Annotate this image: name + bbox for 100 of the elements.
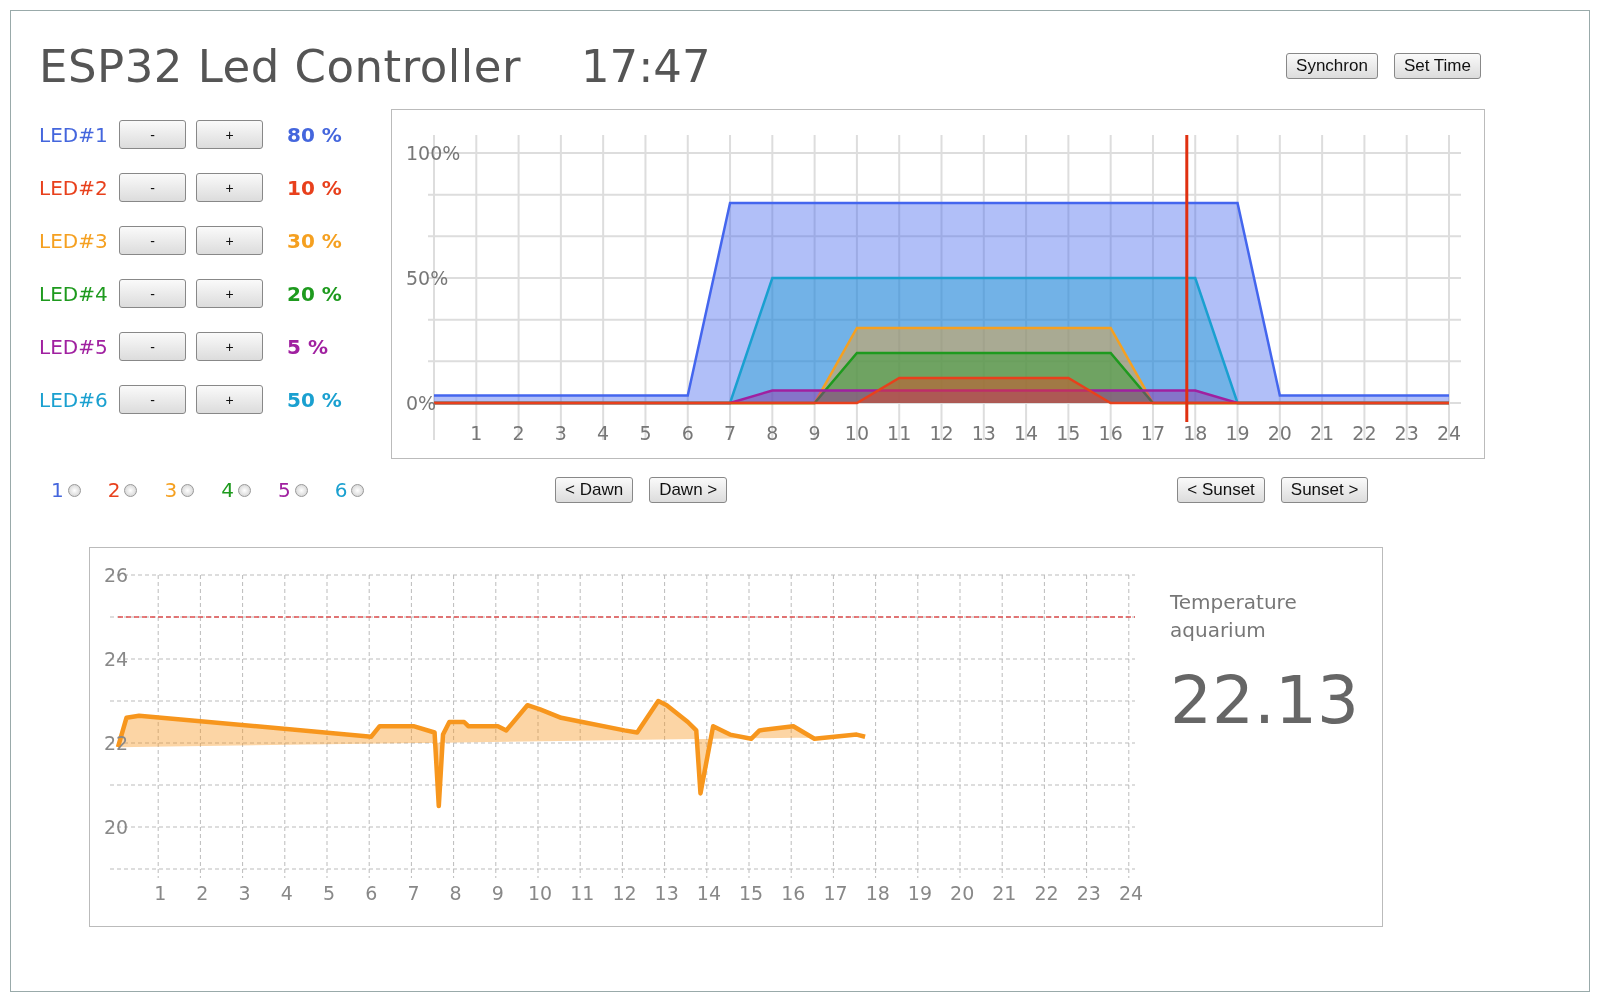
axis-label: 17 <box>1140 422 1166 444</box>
increase-button[interactable]: + <box>196 226 263 255</box>
radio-button[interactable] <box>351 483 365 497</box>
axis-label: 5 <box>639 422 652 444</box>
channel-number: 6 <box>334 478 348 502</box>
axis-label: 12 <box>929 422 954 444</box>
channel-number: 2 <box>107 478 121 502</box>
clock-time: 17:47 <box>580 39 711 93</box>
axis-label: 7 <box>407 882 420 904</box>
axis-label: 23 <box>1394 422 1419 444</box>
axis-label: 21 <box>992 882 1017 904</box>
axis-label: 4 <box>280 882 293 904</box>
axis-label: 7 <box>724 422 737 444</box>
axis-label: 16 <box>1098 422 1123 444</box>
axis-label: 24 <box>104 648 129 670</box>
axis-label: 20 <box>1267 422 1292 444</box>
axis-label: 5 <box>323 882 336 904</box>
radio-button[interactable] <box>181 483 195 497</box>
axis-label: 14 <box>1014 422 1039 444</box>
axis-label: 22 <box>1352 422 1377 444</box>
axis-label: 15 <box>739 882 764 904</box>
axis-label: 14 <box>696 882 721 904</box>
axis-label: 13 <box>654 882 679 904</box>
axis-label: 20 <box>950 882 975 904</box>
led-label: LED#4 <box>39 281 109 306</box>
decrease-button[interactable]: - <box>119 385 186 414</box>
led-label: LED#5 <box>39 334 109 359</box>
axis-label: 10 <box>844 422 869 444</box>
led-label: LED#3 <box>39 228 109 253</box>
increase-button[interactable]: + <box>196 385 263 414</box>
axis-label: 100% <box>406 142 461 164</box>
sunset-button[interactable]: Sunset > <box>1280 477 1369 503</box>
axis-label: 50% <box>406 267 449 289</box>
axis-label: 6 <box>365 882 378 904</box>
channel-number: 3 <box>164 478 178 502</box>
axis-label: 11 <box>887 422 912 444</box>
decrease-button[interactable]: - <box>119 332 186 361</box>
temperature-label: Temperature aquarium <box>1170 589 1298 644</box>
axis-label: 11 <box>570 882 595 904</box>
axis-label: 4 <box>597 422 610 444</box>
axis-label: 24 <box>1436 422 1462 444</box>
header-button[interactable]: Synchron <box>1286 53 1378 79</box>
axis-label: 3 <box>238 882 251 904</box>
led-label: LED#6 <box>39 387 109 412</box>
axis-label: 19 <box>1225 422 1250 444</box>
axis-label: 1 <box>470 422 483 444</box>
axis-label: 13 <box>971 422 996 444</box>
axis-label: 3 <box>554 422 567 444</box>
axis-label: 26 <box>104 564 129 586</box>
axis-label: 17 <box>823 882 848 904</box>
axis-label: 6 <box>681 422 694 444</box>
channel-number: 5 <box>277 478 291 502</box>
axis-label: 8 <box>766 422 779 444</box>
channel-number: 1 <box>51 478 64 502</box>
axis-label: 0% <box>406 392 437 414</box>
temperature-reading: 22.13 <box>1170 662 1359 739</box>
axis-label: 2 <box>196 882 209 904</box>
axis-label: 22 <box>1034 882 1059 904</box>
decrease-button[interactable]: - <box>119 120 186 149</box>
dawn-button[interactable]: Dawn > <box>649 477 728 503</box>
decrease-button[interactable]: - <box>119 173 186 202</box>
radio-button[interactable] <box>67 483 81 497</box>
axis-label: 21 <box>1310 422 1335 444</box>
axis-label: 9 <box>491 882 504 904</box>
brightness-value: 20 % <box>287 281 342 306</box>
axis-label: 23 <box>1076 882 1101 904</box>
axis-label: 16 <box>781 882 806 904</box>
increase-button[interactable]: + <box>196 279 263 308</box>
axis-label: 20 <box>104 816 129 838</box>
page-title: ESP32 Led Controller <box>39 39 521 93</box>
axis-label: 9 <box>808 422 821 444</box>
axis-label: 8 <box>449 882 462 904</box>
increase-button[interactable]: + <box>196 120 263 149</box>
brightness-value: 10 % <box>287 175 342 200</box>
brightness-value: 5 % <box>287 334 328 359</box>
axis-label: 10 <box>528 882 553 904</box>
increase-button[interactable]: + <box>196 173 263 202</box>
brightness-value: 80 % <box>287 122 342 147</box>
decrease-button[interactable]: - <box>119 279 186 308</box>
radio-button[interactable] <box>294 483 308 497</box>
radio-button[interactable] <box>124 483 138 497</box>
axis-label: 24 <box>1118 882 1144 904</box>
dawn-button[interactable]: < Dawn <box>555 477 634 503</box>
axis-label: 19 <box>907 882 933 904</box>
axis-label: 2 <box>512 422 525 444</box>
axis-label: 18 <box>865 882 890 904</box>
led-label: LED#1 <box>39 122 109 147</box>
brightness-value: 30 % <box>287 228 342 253</box>
channel-number: 4 <box>221 478 234 502</box>
led-label: LED#2 <box>39 175 109 200</box>
brightness-value: 50 % <box>287 387 342 412</box>
radio-button[interactable] <box>237 483 251 497</box>
axis-label: 1 <box>154 882 167 904</box>
axis-label: 12 <box>612 882 637 904</box>
axis-label: 15 <box>1056 422 1081 444</box>
header-button[interactable]: Set Time <box>1393 53 1481 79</box>
increase-button[interactable]: + <box>196 332 263 361</box>
axis-label: 18 <box>1183 422 1208 444</box>
sunset-button[interactable]: < Sunset <box>1177 477 1265 503</box>
decrease-button[interactable]: - <box>119 226 186 255</box>
